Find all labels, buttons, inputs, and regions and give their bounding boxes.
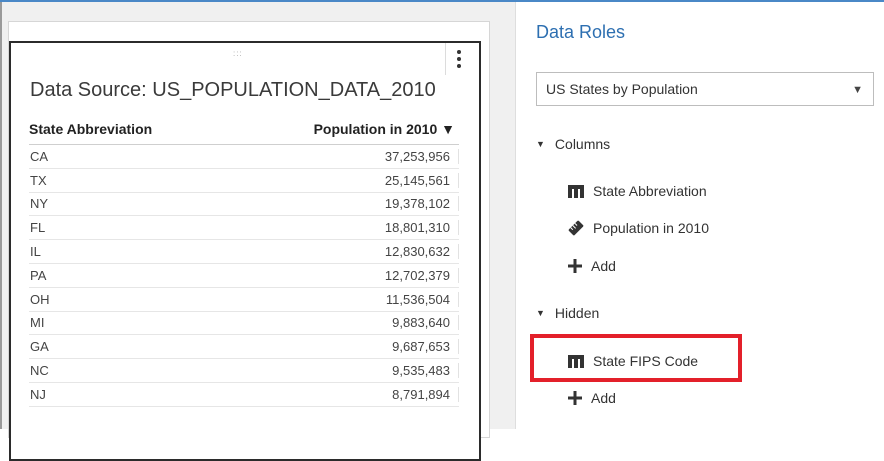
add-label: Add <box>591 390 616 406</box>
columns-section-toggle[interactable]: ▼ Columns <box>536 136 610 152</box>
cell-population: 9,535,483 <box>244 363 459 379</box>
role-item-population[interactable]: Population in 2010 <box>568 220 709 236</box>
measure-icon <box>568 220 584 236</box>
cell-population: 8,791,894 <box>244 386 459 402</box>
data-roles-title: Data Roles <box>536 22 626 42</box>
dropdown-caret-icon: ▼ <box>852 84 863 96</box>
table-object[interactable]: ::: Data Source: US_POPULATION_DATA_2010… <box>9 41 481 461</box>
cell-state-abbreviation: NJ <box>30 386 46 402</box>
cell-population: 9,687,653 <box>244 339 459 355</box>
canvas-left-edge <box>0 2 2 429</box>
cell-population: 19,378,102 <box>244 196 459 212</box>
table-header: State Abbreviation Population in 2010 ▼ <box>29 113 459 145</box>
column-header-population[interactable]: Population in 2010 ▼ <box>244 121 459 137</box>
data-source-select-value: US States by Population <box>546 81 698 97</box>
table-row[interactable]: IL 12,830,632 <box>29 240 459 264</box>
column-header-state-abbreviation[interactable]: State Abbreviation <box>29 121 244 137</box>
cell-state-abbreviation: PA <box>30 267 47 283</box>
role-item-label: State Abbreviation <box>593 183 707 199</box>
columns-section-label: Columns <box>554 136 611 152</box>
table-title: Data Source: US_POPULATION_DATA_2010 <box>30 79 436 101</box>
cell-state-abbreviation: NY <box>30 196 49 212</box>
drag-handle-icon[interactable]: ::: <box>233 49 243 58</box>
plus-icon <box>568 259 582 273</box>
hidden-section-toggle[interactable]: ▼ Hidden <box>536 305 599 321</box>
table-row[interactable]: GA 9,687,653 <box>29 335 459 360</box>
cell-state-abbreviation: TX <box>30 172 47 188</box>
report-page: ::: Data Source: US_POPULATION_DATA_2010… <box>8 21 490 461</box>
add-hidden-button[interactable]: Add <box>568 390 616 406</box>
role-item-state-abbreviation[interactable]: State Abbreviation <box>568 183 707 199</box>
table-row[interactable]: CA 37,253,956 <box>29 145 459 169</box>
category-icon <box>568 185 584 198</box>
table-row[interactable]: MI 9,883,640 <box>29 312 459 336</box>
cell-state-abbreviation: OH <box>30 291 50 307</box>
cell-state-abbreviation: CA <box>30 148 49 164</box>
table-row[interactable]: NJ 8,791,894 <box>29 383 459 407</box>
cell-state-abbreviation: IL <box>30 244 41 260</box>
data-source-select[interactable]: US States by Population ▼ <box>536 72 874 106</box>
hidden-section-label: Hidden <box>554 305 600 321</box>
table-row[interactable]: NC 9,535,483 <box>29 359 459 383</box>
data-table: State Abbreviation Population in 2010 ▼ … <box>29 113 459 407</box>
cell-population: 18,801,310 <box>244 220 459 236</box>
add-label: Add <box>591 258 616 274</box>
table-row[interactable]: FL 18,801,310 <box>29 216 459 241</box>
table-row[interactable]: PA 12,702,379 <box>29 264 459 288</box>
collapse-triangle-icon: ▼ <box>536 139 545 149</box>
table-row[interactable]: NY 19,378,102 <box>29 193 459 217</box>
cell-population: 12,702,379 <box>244 267 459 283</box>
add-column-button[interactable]: Add <box>568 258 616 274</box>
plus-icon <box>568 391 582 405</box>
cell-state-abbreviation: FL <box>30 220 46 236</box>
cell-population: 37,253,956 <box>244 148 459 164</box>
cell-state-abbreviation: MI <box>30 315 45 331</box>
highlight-box <box>530 334 742 382</box>
panel-divider <box>515 2 516 429</box>
cell-population: 12,830,632 <box>244 244 459 260</box>
cell-state-abbreviation: NC <box>30 363 49 379</box>
role-item-label: Population in 2010 <box>593 220 709 236</box>
cell-population: 11,536,504 <box>244 291 459 307</box>
collapse-triangle-icon: ▼ <box>536 308 545 318</box>
cell-state-abbreviation: GA <box>30 339 49 355</box>
kebab-menu-icon[interactable] <box>445 43 472 75</box>
table-row[interactable]: OH 11,536,504 <box>29 288 459 312</box>
cell-population: 9,883,640 <box>244 315 459 331</box>
table-row[interactable]: TX 25,145,561 <box>29 169 459 193</box>
cell-population: 25,145,561 <box>244 172 459 188</box>
